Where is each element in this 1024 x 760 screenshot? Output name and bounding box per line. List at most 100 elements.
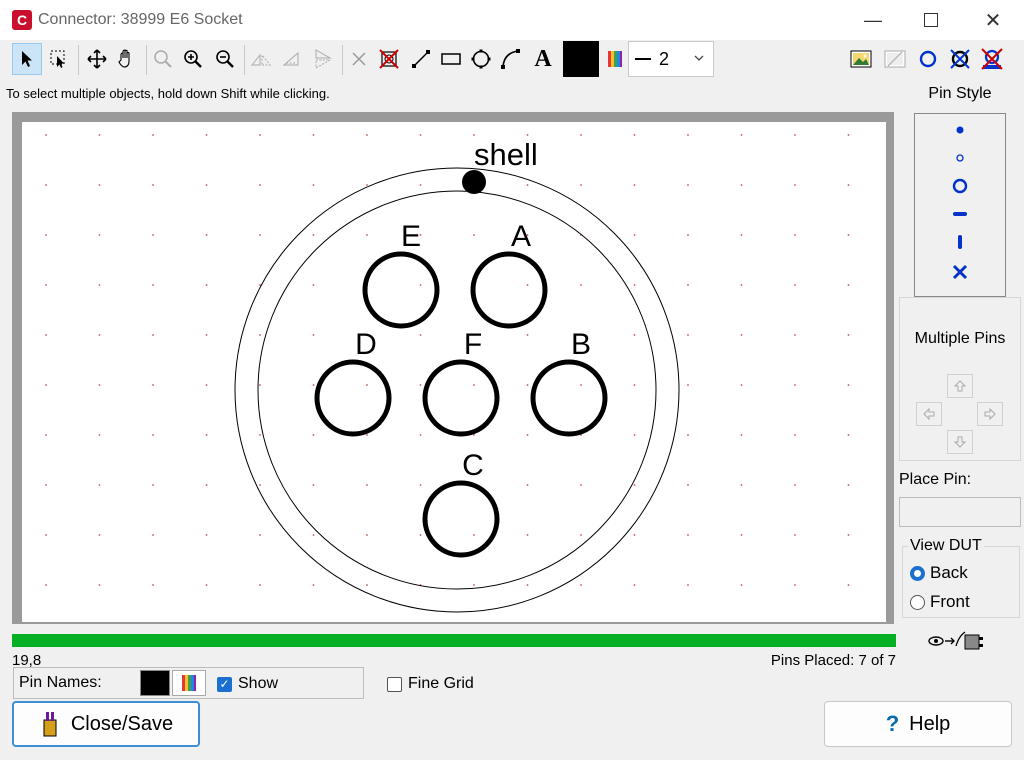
help-icon: ? xyxy=(885,711,900,736)
pins-progress-bar xyxy=(12,634,896,647)
select-box-tool[interactable] xyxy=(44,43,74,75)
fine-grid-check[interactable] xyxy=(387,676,402,692)
remove-image-icon xyxy=(884,50,906,68)
app-icon: C xyxy=(12,10,32,30)
rectangle-icon xyxy=(441,53,461,65)
pin-names-group: Pin Names: ✓ Show xyxy=(13,667,364,699)
image-icon xyxy=(850,50,872,68)
filled-dot-icon xyxy=(956,126,964,134)
pin-style-list xyxy=(914,113,1006,297)
delete-pin-button[interactable] xyxy=(944,43,976,75)
delete-all-pins-button[interactable] xyxy=(976,43,1008,75)
fine-grid-checkbox[interactable]: Fine Grid xyxy=(387,675,474,693)
line-sample xyxy=(635,58,651,60)
zoom-in-icon xyxy=(184,50,202,68)
line-icon xyxy=(412,50,430,68)
view-dut-preview[interactable] xyxy=(928,626,992,656)
pin-style-small-ring[interactable] xyxy=(915,150,1005,166)
circle-tool[interactable] xyxy=(466,43,496,75)
multiple-pins-title: Multiple Pins xyxy=(914,330,1006,347)
hint-text: To select multiple objects, hold down Sh… xyxy=(6,86,330,101)
view-front-radio[interactable]: Front xyxy=(910,592,970,612)
pin-names-label: Pin Names: xyxy=(19,674,102,691)
arc-tool[interactable] xyxy=(496,43,526,75)
radio-selected-icon[interactable] xyxy=(910,565,925,581)
pin-name-color-swatch[interactable] xyxy=(140,670,170,696)
pin-style-x[interactable] xyxy=(915,262,1005,282)
text-tool[interactable]: A xyxy=(528,43,558,75)
eye-plug-icon xyxy=(928,631,983,650)
remove-image-button[interactable] xyxy=(880,43,910,75)
minimize-button[interactable]: — xyxy=(850,0,896,40)
x-mark-icon xyxy=(952,264,968,280)
line-width-select[interactable]: 2 xyxy=(628,41,714,77)
x-delete-icon xyxy=(352,52,366,66)
zoom-tool[interactable] xyxy=(148,43,178,75)
zoom-in-button[interactable] xyxy=(178,43,208,75)
shell-pin[interactable] xyxy=(462,170,486,194)
close-window-button[interactable]: ✕ xyxy=(970,0,1016,40)
window-title: Connector: 38999 E6 Socket xyxy=(38,11,243,28)
add-pin-button[interactable] xyxy=(912,43,944,75)
pin-A-label: A xyxy=(511,220,531,253)
flip-horizontal-icon xyxy=(250,53,272,66)
flip-vertical-tool[interactable] xyxy=(308,43,338,75)
delete-all-tool[interactable] xyxy=(374,43,404,75)
pin-name-color-picker[interactable] xyxy=(172,670,206,696)
pin-style-vertical-bar[interactable] xyxy=(915,232,1005,252)
line-width-value: 2 xyxy=(659,48,670,69)
show-label: Show xyxy=(238,675,279,692)
line-color-swatch[interactable] xyxy=(563,41,599,77)
close-save-label: Close/Save xyxy=(70,712,174,735)
large-ring-icon xyxy=(952,178,968,194)
text-tool-glyph: A xyxy=(534,45,552,72)
pin-style-large-ring[interactable] xyxy=(915,176,1005,196)
zoom-out-button[interactable] xyxy=(210,43,240,75)
color-palette-icon xyxy=(608,51,622,67)
flip-vertical-icon xyxy=(315,49,332,69)
pin-F-label: F xyxy=(464,328,482,361)
pin-circle-icon xyxy=(919,50,937,68)
move-tool[interactable] xyxy=(82,43,112,75)
flip-horizontal-tool[interactable] xyxy=(246,43,276,75)
place-pin-label: Place Pin: xyxy=(899,471,972,488)
pin-E-label: E xyxy=(401,220,421,253)
pan-hand-tool[interactable] xyxy=(112,43,142,75)
pin-D-label: D xyxy=(355,328,377,361)
move-pins-right-button[interactable] xyxy=(977,402,1003,426)
import-image-button[interactable] xyxy=(846,43,876,75)
horizontal-bar-icon xyxy=(953,212,967,216)
move-pins-left-button[interactable] xyxy=(916,402,942,426)
color-picker-button[interactable] xyxy=(600,43,630,75)
arrow-up-icon xyxy=(953,380,967,392)
help-button[interactable]: ? Help xyxy=(824,701,1012,747)
move-pins-down-button[interactable] xyxy=(947,430,973,454)
pin-style-small-dot[interactable] xyxy=(915,122,1005,138)
pin-style-horizontal-bar[interactable] xyxy=(915,206,1005,222)
select-arrow-tool[interactable] xyxy=(12,43,42,75)
select-box-icon xyxy=(50,50,65,68)
radio-unselected-icon[interactable] xyxy=(910,594,925,610)
drawing-canvas[interactable]: shell E A D F B C xyxy=(22,122,886,622)
place-pin-field[interactable] xyxy=(899,497,1021,527)
view-back-radio[interactable]: Back xyxy=(910,563,968,583)
rectangle-tool[interactable] xyxy=(436,43,466,75)
hand-icon xyxy=(118,49,130,68)
move-arrows-icon xyxy=(87,49,107,69)
grid-dots xyxy=(22,122,886,622)
color-palette-icon xyxy=(182,675,196,691)
mirror-tool[interactable] xyxy=(278,43,308,75)
arrow-right-icon xyxy=(984,407,996,421)
line-tool[interactable] xyxy=(406,43,436,75)
check-icon[interactable]: ✓ xyxy=(217,676,232,692)
arrow-left-icon xyxy=(923,407,935,421)
pin-C-label: C xyxy=(462,449,484,482)
delete-tool[interactable] xyxy=(344,43,374,75)
vertical-bar-icon xyxy=(958,235,962,249)
move-pins-up-button[interactable] xyxy=(947,374,973,398)
show-pin-names-checkbox[interactable]: ✓ Show xyxy=(217,675,278,693)
save-plug-icon xyxy=(43,712,57,737)
close-save-button[interactable]: Close/Save xyxy=(12,701,200,747)
maximize-button[interactable] xyxy=(908,0,954,40)
small-ring-icon xyxy=(956,154,964,162)
